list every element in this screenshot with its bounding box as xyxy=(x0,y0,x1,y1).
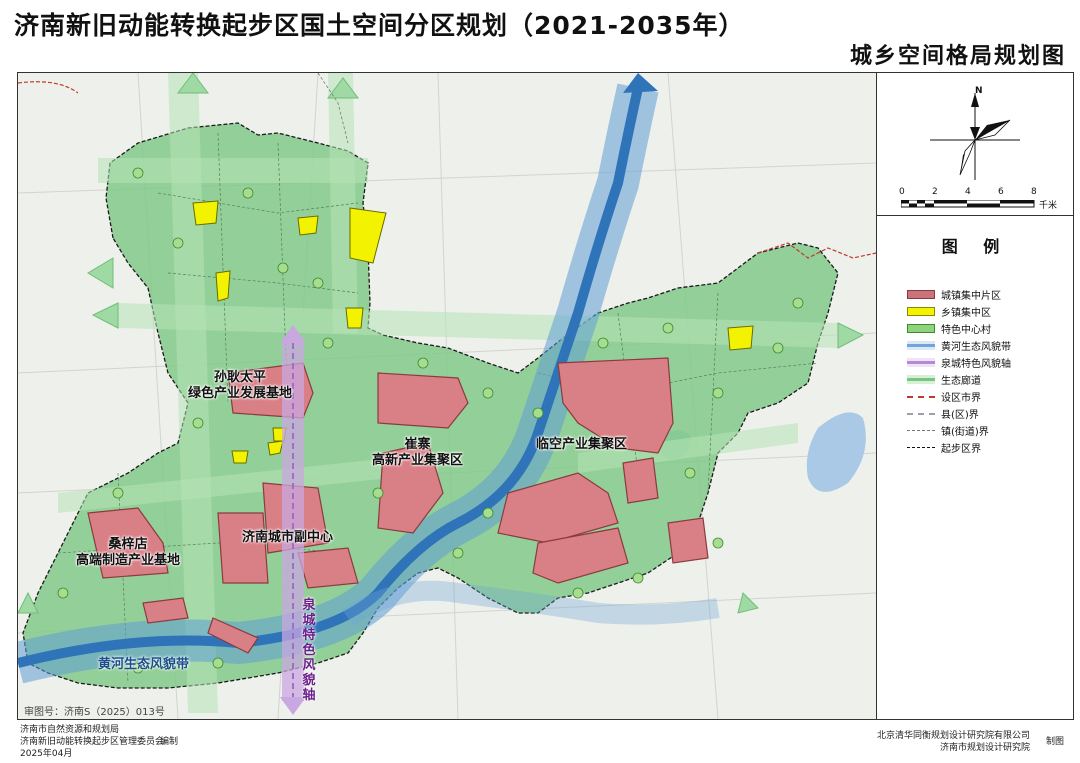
footer-left: 济南市自然资源和规划局 济南新旧动能转换起步区管理委员会 2025年04月 xyxy=(20,725,165,759)
map-title: 济南新旧动能转换起步区国土空间分区规划（2021-2035年） xyxy=(14,11,745,40)
footer-right: 北京清华同衡规划设计研究院有限公司 济南市规划设计研究院 xyxy=(876,731,1030,753)
map-frame xyxy=(17,72,1074,720)
footer-right-action: 制图 xyxy=(1046,737,1065,747)
footer-left-action: 编制 xyxy=(160,737,179,747)
map-subtitle: 城乡空间格局规划图 xyxy=(849,44,1066,69)
